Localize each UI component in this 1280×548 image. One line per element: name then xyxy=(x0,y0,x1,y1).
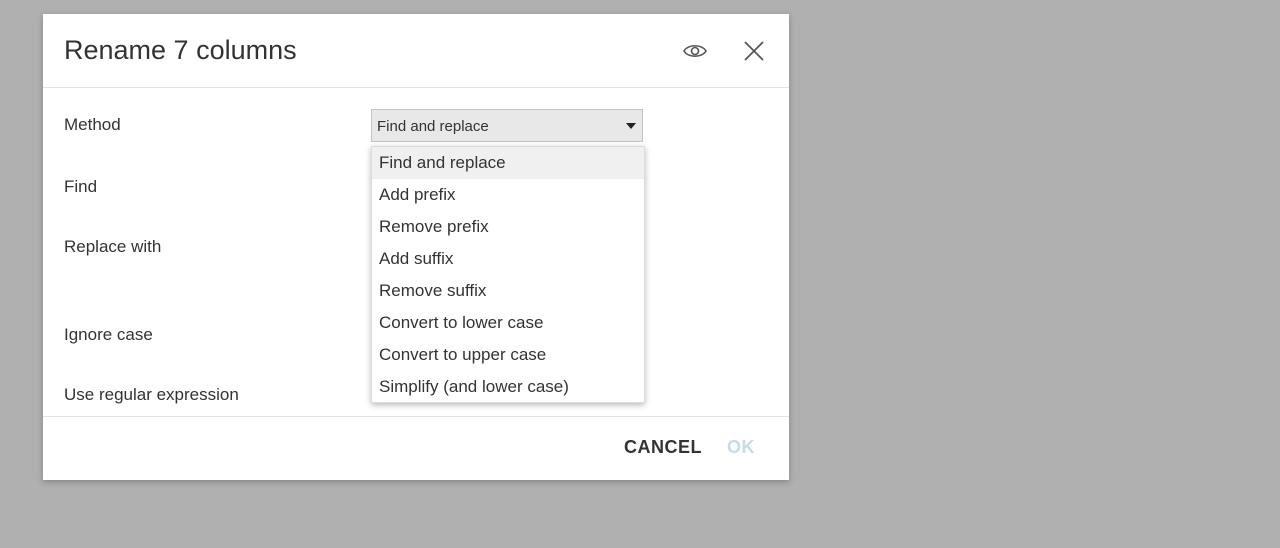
find-label: Find xyxy=(64,177,98,196)
dialog-title: Rename 7 columns xyxy=(64,35,297,65)
method-dropdown-menu: Find and replace Add prefix Remove prefi… xyxy=(371,146,645,403)
method-option-find-and-replace[interactable]: Find and replace xyxy=(372,147,644,179)
method-option-add-prefix[interactable]: Add prefix xyxy=(372,179,644,211)
use-regex-label: Use regular expression xyxy=(64,385,239,404)
method-option-lower-case[interactable]: Convert to lower case xyxy=(372,307,644,339)
rename-columns-dialog: Rename 7 columns Method Find Replace wit… xyxy=(43,14,789,480)
dialog-footer: CANCEL OK xyxy=(43,416,789,481)
method-label: Method xyxy=(64,115,121,134)
method-option-remove-prefix[interactable]: Remove prefix xyxy=(372,211,644,243)
method-option-upper-case[interactable]: Convert to upper case xyxy=(372,339,644,371)
ok-button[interactable]: OK xyxy=(727,437,755,458)
eye-icon[interactable] xyxy=(682,38,708,64)
ignore-case-label: Ignore case xyxy=(64,325,153,344)
method-option-simplify[interactable]: Simplify (and lower case) xyxy=(372,371,644,403)
close-icon[interactable] xyxy=(741,38,767,64)
replace-with-label: Replace with xyxy=(64,237,162,256)
cancel-button[interactable]: CANCEL xyxy=(624,437,702,458)
method-option-add-suffix[interactable]: Add suffix xyxy=(372,243,644,275)
method-select-value: Find and replace xyxy=(377,118,489,135)
method-option-remove-suffix[interactable]: Remove suffix xyxy=(372,275,644,307)
caret-down-icon xyxy=(626,123,636,129)
method-select[interactable]: Find and replace xyxy=(371,109,643,142)
dialog-header: Rename 7 columns xyxy=(43,14,789,88)
